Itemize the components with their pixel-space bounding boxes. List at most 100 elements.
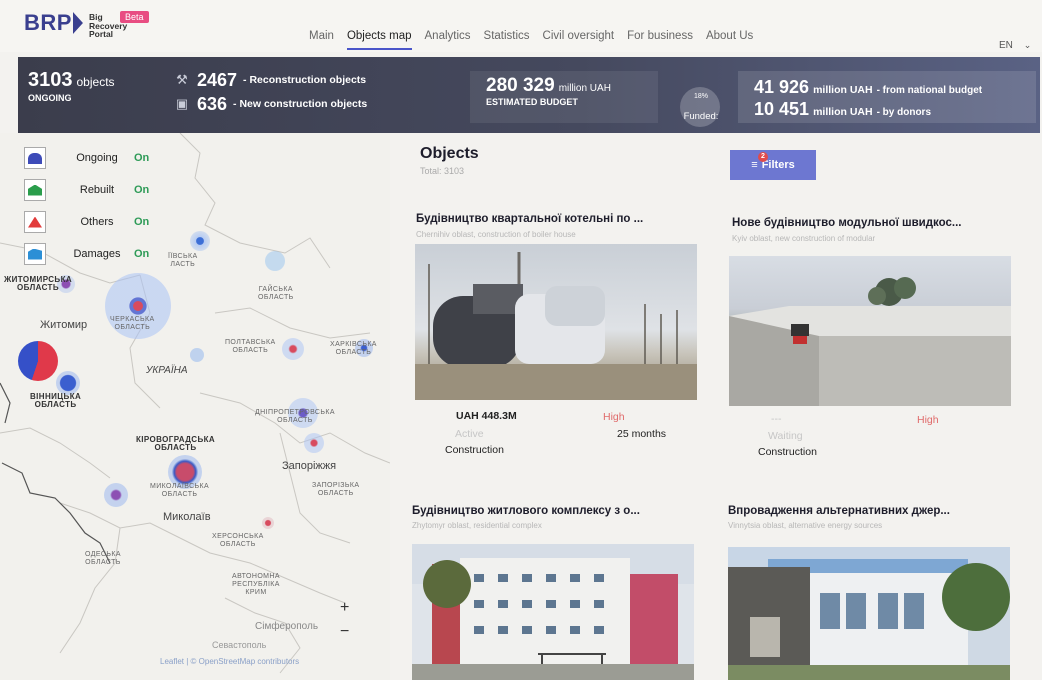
map-legend: Ongoing On Rebuilt On Others On Damages … (24, 145, 149, 273)
object-card-subtitle: Kyiv oblast, new construction of modular (732, 234, 876, 243)
top-navigation-bar: BRP Big Recovery Portal Beta Main Object… (0, 0, 1042, 52)
object-card-status: Active (455, 428, 484, 440)
legend-damages[interactable]: Damages On (24, 241, 149, 267)
ongoing-stat: 3103 objects ONGOING (28, 69, 115, 103)
cluster-marker[interactable] (262, 517, 274, 529)
brp-logo[interactable]: BRP Big Recovery Portal (24, 10, 127, 39)
filters-button[interactable]: 2 ≡ Filters (730, 150, 816, 180)
region-label-cherkasy: ЧЕРКАСЬКА ОБЛАСТЬ (110, 316, 155, 331)
building-icon: ▣ (175, 96, 189, 111)
object-card-image[interactable] (415, 244, 697, 400)
national-budget-label: - from national budget (876, 85, 983, 96)
region-label-mykolaiv: МИКОЛАЇВСЬКА ОБЛАСТЬ (150, 483, 210, 498)
legend-rebuilt-toggle[interactable]: On (134, 184, 149, 196)
object-card-type: Construction (758, 446, 817, 458)
legend-ongoing-toggle[interactable]: On (134, 152, 149, 164)
nav-main[interactable]: Main (309, 30, 334, 42)
others-icon (24, 211, 46, 233)
nav-for-business[interactable]: For business (627, 30, 693, 42)
object-card-budget: --- (771, 413, 782, 425)
donors-label: - by donors (876, 107, 932, 118)
object-card-title[interactable]: Будівництво житлового комплексу з о... (412, 505, 640, 517)
language-selector[interactable]: EN ⌄ (999, 40, 1031, 51)
legend-damages-label: Damages (73, 248, 121, 260)
city-label-zhytomyr: Житомир (40, 319, 88, 331)
donors-unit: million UAH (813, 106, 873, 118)
cluster-marker[interactable] (190, 231, 210, 251)
object-card-title[interactable]: Впровадження альтернативних джер... (728, 505, 950, 517)
object-card-budget: UAH 448.3M (456, 410, 517, 422)
reconstruction-icon: ⚒ (176, 72, 188, 87)
nav-statistics[interactable]: Statistics (484, 30, 530, 42)
cluster-marker[interactable] (190, 348, 204, 362)
object-card-subtitle: Vinnytsia oblast, alternative energy sou… (728, 521, 883, 530)
object-card-subtitle: Zhytomyr oblast, residential complex (412, 521, 542, 530)
zoom-in-button[interactable]: + (340, 599, 349, 617)
legend-others-toggle[interactable]: On (134, 216, 149, 228)
object-card-status: Waiting (768, 430, 803, 442)
object-card-duration: 25 months (617, 428, 667, 440)
nav-objects-map[interactable]: Objects map (346, 30, 412, 50)
nav-civil-oversight[interactable]: Civil oversight (543, 30, 615, 42)
ongoing-count: 3103 (28, 69, 73, 91)
nav-analytics[interactable]: Analytics (425, 30, 471, 42)
region-label-zaporizhzhia: ЗАПОРІЗЬКА ОБЛАСТЬ (312, 482, 360, 497)
cluster-marker[interactable] (104, 483, 128, 507)
language-value: EN (999, 40, 1013, 51)
beta-badge: Beta (120, 11, 149, 23)
legend-rebuilt-label: Rebuilt (79, 184, 115, 196)
object-card-priority: High (603, 411, 625, 423)
object-card-title[interactable]: Будівництво квартальної котельні по ... (416, 213, 643, 225)
cluster-marker[interactable] (18, 341, 58, 381)
zoom-out-button[interactable]: − (340, 623, 349, 641)
new-construction-count: 636 (197, 93, 228, 114)
region-label-chernihiv: ГАЙСЬКА ОБЛАСТЬ (258, 286, 294, 301)
reconstruction-label: - Reconstruction objects (243, 74, 367, 86)
region-label-poltava: ПОЛТАВСЬКА ОБЛАСТЬ (225, 339, 276, 354)
region-label-kherson: ХЕРСОНСЬКА ОБЛАСТЬ (212, 533, 264, 548)
object-card-image[interactable] (728, 547, 1010, 680)
donors-value: 10 451 (754, 99, 810, 119)
legend-ongoing[interactable]: Ongoing On (24, 145, 149, 171)
city-label-sevastopol: Севастополь (212, 640, 267, 650)
cluster-marker[interactable] (282, 338, 304, 360)
legend-others[interactable]: Others On (24, 209, 149, 235)
region-label-crimea: АВТОНОМНА РЕСПУБЛІКА КРИМ (232, 573, 280, 596)
funded-gauge: 18% Funded: (676, 83, 726, 127)
objects-heading: Objects (420, 145, 479, 162)
region-label-odesa: ОДЕСЬКА ОБЛАСТЬ (85, 551, 121, 566)
nav-about-us[interactable]: About Us (706, 30, 753, 42)
city-label-zaporizhzhia: Запоріжжя (282, 460, 337, 472)
cluster-marker[interactable] (265, 251, 285, 271)
ongoing-label: ONGOING (28, 93, 72, 103)
legend-ongoing-label: Ongoing (76, 152, 118, 164)
budget-label: ESTIMATED BUDGET (486, 97, 578, 107)
map-attribution[interactable]: Leaflet | © OpenStreetMap contributors (160, 657, 299, 666)
rebuilt-icon (24, 179, 46, 201)
legend-damages-toggle[interactable]: On (134, 248, 149, 260)
object-card-image[interactable] (729, 256, 1011, 406)
funded-label: Funded: (683, 111, 719, 122)
object-card-type: Construction (445, 444, 504, 456)
chevron-down-icon: ⌄ (1023, 40, 1032, 50)
objects-count: Total: 3103 (420, 166, 465, 176)
logo-flag-icon (72, 12, 83, 34)
region-label-kharkiv: ХАРКІВСЬКА ОБЛАСТЬ (330, 341, 377, 356)
funding-sources: 41 926 million UAH - from national budge… (738, 71, 1036, 123)
national-budget-stat: 41 926 million UAH - from national budge… (754, 77, 1036, 99)
legend-rebuilt[interactable]: Rebuilt On (24, 177, 149, 203)
logo-text: BRP (24, 10, 72, 35)
object-card-title[interactable]: Нове будівництво модульної швидкос... (732, 217, 962, 229)
modular-building-photo (729, 277, 1011, 406)
estimated-budget: 280 329 million UAH ESTIMATED BUDGET (470, 71, 658, 123)
damages-icon (24, 243, 46, 265)
cluster-marker[interactable] (304, 433, 324, 453)
boiler-house-photo (415, 252, 697, 400)
country-label-ukraine: УКРАЇНА (146, 365, 188, 376)
filters-label: Filters (761, 159, 795, 171)
region-label-kirovohrad: КІРОВОГРАДСЬКА ОБЛАСТЬ (136, 435, 216, 452)
reconstruction-stat: ⚒ 2467 - Reconstruction objects (173, 68, 367, 92)
funded-percent: 18% (693, 93, 708, 100)
object-card-image[interactable] (412, 544, 694, 680)
objects-map[interactable]: Ongoing On Rebuilt On Others On Damages … (0, 133, 390, 680)
